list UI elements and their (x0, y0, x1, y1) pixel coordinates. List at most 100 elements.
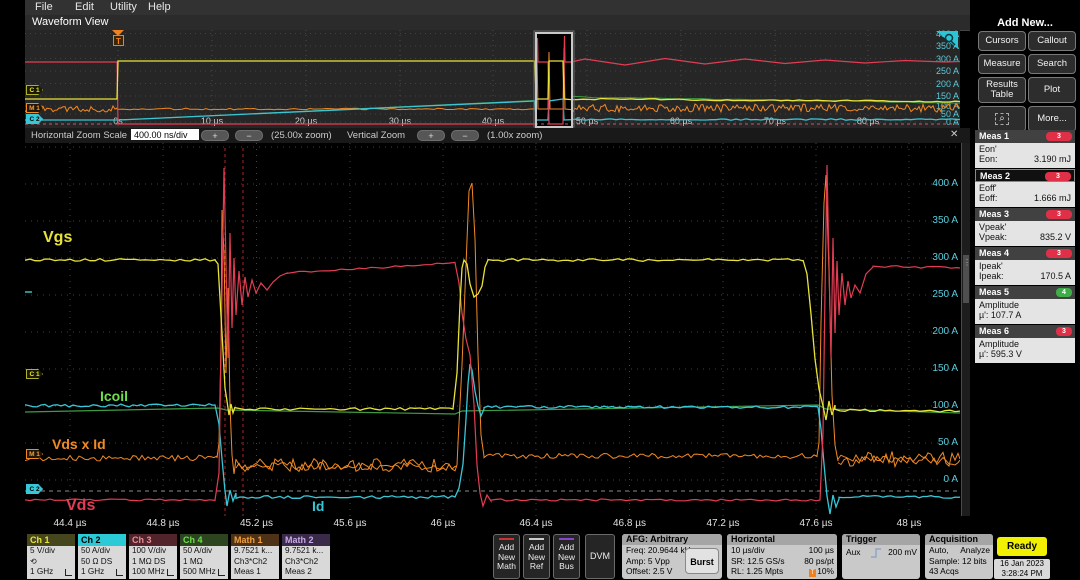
channel-scale: 100 V/div (129, 546, 177, 557)
meas-badge-2[interactable]: Meas 23Eoff'Eoff:1.666 mJ (975, 169, 1075, 207)
main-time-axis: 44.4 µs44.8 µs45.2 µs45.6 µs46 µs46.4 µs… (25, 517, 960, 531)
meas-line2: Ipeak:170.5 A (979, 271, 1071, 281)
meas-badge-header[interactable]: Meas 13 (975, 130, 1075, 143)
add-new-math-button[interactable]: AddNewMath (493, 534, 520, 579)
meas-source-badge: 3 (1046, 249, 1072, 258)
meas-badge-name: Meas 6 (979, 326, 1009, 336)
channel-bandwidth: Meas 2 (282, 567, 330, 578)
main-waveform-plot[interactable]: 400 A350 A300 A250 A200 A150 A100 A50 A0… (25, 143, 960, 516)
add-new-ref-button[interactable]: AddNewRef (523, 534, 550, 579)
channel-coupling: 1 MΩ DS (129, 557, 177, 568)
trigger-position-icon: T (809, 569, 816, 577)
meas-badge-6[interactable]: Meas 6 3 Amplitudeµ': 595.3 V (975, 325, 1075, 363)
meas-badge-header[interactable]: Meas 4 3 (975, 247, 1075, 260)
meas-badge-3[interactable]: Meas 33Vpeak'Vpeak:835.2 V (975, 208, 1075, 246)
meas-source-badge: 3 (1056, 327, 1072, 336)
main-power-trace (25, 175, 960, 474)
meas-line1: Amplitude (979, 339, 1071, 349)
search-button[interactable]: Search (1028, 54, 1076, 74)
results-table-button[interactable]: Results Table (978, 77, 1026, 103)
v-zoom-factor: (1.00x zoom) (487, 130, 542, 141)
menu-utility[interactable]: Utility (110, 1, 137, 13)
acq-count: 43 Acqs (925, 566, 993, 577)
meas-line2-label: µ': 107.7 A (979, 310, 1021, 320)
h-zoom-plus-button[interactable]: + (201, 130, 229, 141)
meas-badge-body: Vpeak'Vpeak:835.2 V (975, 221, 1075, 246)
meas-badge-1[interactable]: Meas 13Eon'Eon:3.190 mJ (975, 130, 1075, 168)
main-time-tick: 45.2 µs (240, 518, 273, 529)
meas-badge-name: Meas 4 (979, 248, 1009, 258)
add-new-bus-button[interactable]: AddNewBus (553, 534, 580, 579)
zoom-select-icon-button[interactable]: ⌕ (978, 106, 1026, 132)
add-btn-line: Bus (554, 562, 579, 572)
channel-badge-title: Math 2 (282, 534, 330, 546)
waveform-color-bar (559, 538, 574, 540)
horizontal-left: SR: 12.5 GS/s (731, 556, 785, 566)
main-time-tick: 46.4 µs (519, 518, 552, 529)
meas-line2: µ': 595.3 V (979, 349, 1071, 359)
close-icon[interactable]: ✕ (950, 129, 958, 140)
ch2-trigger-level-dash (25, 291, 32, 293)
overview-zoom-icon[interactable] (936, 31, 958, 49)
afg-burst-button[interactable]: Burst (685, 548, 719, 574)
horizontal-panel[interactable]: Horizontal10 µs/div100 µsSR: 12.5 GS/s80… (727, 534, 837, 579)
meas-badge-4[interactable]: Meas 4 3 Ipeak'Ipeak:170.5 A (975, 247, 1075, 285)
acquisition-panel[interactable]: AcquisitionAuto,AnalyzeSample: 12 bits43… (925, 534, 993, 579)
horizontal-right-text: 10% (817, 566, 834, 576)
v-zoom-label: Vertical Zoom (347, 130, 405, 141)
meas-badge-name: Meas 5 (979, 287, 1009, 297)
channel-badge-ch3[interactable]: Ch 3100 V/div1 MΩ DS100 MHz (129, 534, 177, 579)
h-zoom-minus-button[interactable]: − (235, 130, 263, 141)
meas-badge-5[interactable]: Meas 54Amplitudeµ': 107.7 A (975, 286, 1075, 324)
channel-scale: 50 A/div (180, 546, 228, 557)
channel-badge-ch4[interactable]: Ch 450 A/div1 MΩ500 MHz (180, 534, 228, 579)
main-time-tick: 46 µs (431, 518, 456, 529)
channel-coupling: Ch3*Ch2 (282, 557, 330, 568)
bottom-settings-bar: Ch 15 V/div⟲1 GHzCh 250 A/div50 Ω DS1 GH… (0, 531, 1080, 580)
trigger-title: Trigger (842, 534, 920, 545)
meas-badge-header[interactable]: Meas 54 (975, 286, 1075, 299)
meas-badge-header[interactable]: Meas 6 3 (975, 325, 1075, 338)
v-zoom-minus-button[interactable]: − (451, 130, 479, 141)
trigger-panel[interactable]: TriggerAux200 mV (842, 534, 920, 579)
menu-help[interactable]: Help (148, 1, 171, 13)
afg-panel[interactable]: AFG: ArbitraryFreq: 20.9644 kHzAmp: 5 Vp… (622, 534, 722, 579)
meas-line1: Ipeak' (979, 261, 1071, 271)
scrollbar-grip[interactable]: ⋮ (963, 255, 969, 303)
meas-line2-label: Vpeak: (979, 232, 1007, 242)
channel-bandwidth: Meas 1 (231, 567, 279, 578)
more-button[interactable]: More... (1028, 106, 1076, 132)
bandwidth-limit-icon (116, 569, 123, 576)
channel-badge-ch1[interactable]: Ch 15 V/div⟲1 GHz (27, 534, 75, 579)
meas-badge-name: Meas 1 (979, 131, 1009, 141)
trigger-T-marker[interactable]: T (113, 35, 124, 46)
meas-badge-header[interactable]: Meas 23 (975, 169, 1075, 182)
measure-button[interactable]: Measure (978, 54, 1026, 74)
zoom-scale-input[interactable] (131, 129, 199, 140)
meas-line2-label: Eon: (979, 154, 998, 164)
meas-badge-header[interactable]: Meas 33 (975, 208, 1075, 221)
v-zoom-plus-button[interactable]: + (417, 130, 445, 141)
meas-line2: Vpeak:835.2 V (979, 232, 1071, 242)
channel-badge-math1[interactable]: Math 19.7521 k...Ch3*Ch2Meas 1 (231, 534, 279, 579)
menu-file[interactable]: File (35, 1, 53, 13)
overview-plot[interactable]: 0s10 µs20 µs30 µs40 µs50 µs60 µs70 µs80 … (25, 30, 960, 128)
horizontal-right: T10% (809, 566, 834, 577)
acquisition-title: Acquisition (925, 534, 993, 545)
main-time-tick: 47.2 µs (706, 518, 739, 529)
main-svg (25, 143, 960, 516)
cursors-button[interactable]: Cursors (978, 31, 1026, 51)
oscilloscope-screen: File Edit Utility Help Waveform View 0s1… (0, 0, 1080, 580)
channel-badge-math2[interactable]: Math 29.7521 k...Ch3*Ch2Meas 2 (282, 534, 330, 579)
meas-badge-body: Eon'Eon:3.190 mJ (975, 143, 1075, 168)
vertical-scrollbar[interactable]: ⋮ (961, 143, 970, 516)
date-text: 16 Jan 2023 (994, 559, 1050, 569)
plot-button[interactable]: Plot (1028, 77, 1076, 103)
dvm-button[interactable]: DVM (585, 534, 615, 579)
tab-waveform-view[interactable]: Waveform View (32, 16, 108, 28)
bandwidth-limit-icon (65, 569, 72, 576)
main-time-tick: 45.6 µs (333, 518, 366, 529)
channel-badge-ch2[interactable]: Ch 250 A/div50 Ω DS1 GHz (78, 534, 126, 579)
callout-button[interactable]: Callout (1028, 31, 1076, 51)
menu-edit[interactable]: Edit (75, 1, 94, 13)
